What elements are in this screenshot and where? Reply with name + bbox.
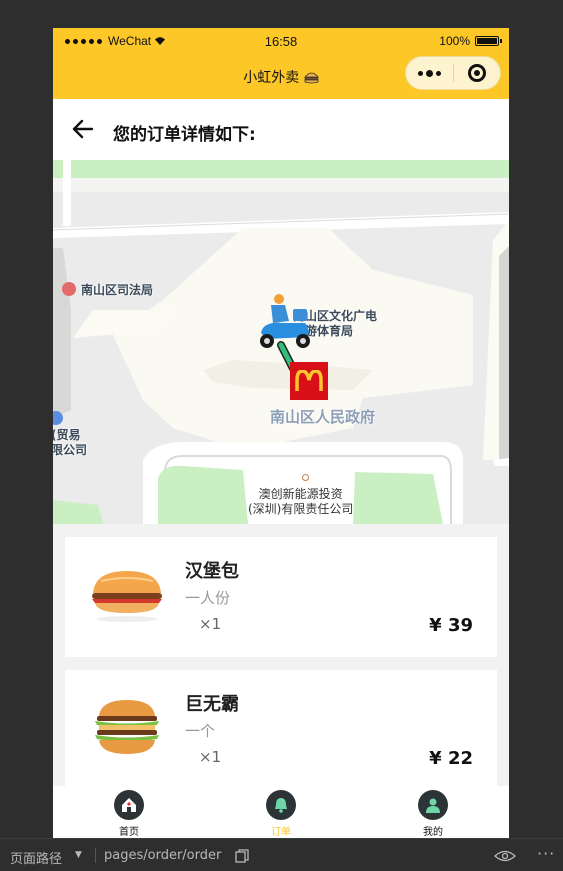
energy-poi-dot xyxy=(302,474,309,481)
nav-bar: 小虹外卖 xyxy=(53,54,509,99)
mcdonalds-logo-icon[interactable] xyxy=(290,362,328,400)
food-name: 汉堡包 xyxy=(185,561,239,582)
delivery-rider-icon[interactable] xyxy=(253,293,315,355)
caret-down-icon[interactable]: ▼ xyxy=(75,850,82,860)
target-icon xyxy=(467,64,486,82)
copy-icon[interactable] xyxy=(235,849,249,863)
food-price: ¥ 22 xyxy=(429,748,473,769)
tab-profile-label: 我的 xyxy=(423,827,443,838)
close-mini-program-button[interactable] xyxy=(454,64,500,82)
page-header: 您的订单详情如下: xyxy=(53,99,509,160)
poi-court-label: 南山区司法局 xyxy=(81,283,154,297)
home-icon xyxy=(114,790,144,820)
phone-screen: WeChat 16:58 100% 小虹外卖 您的订单详情如下: 南山区司法局 … xyxy=(53,28,509,838)
tab-home[interactable]: 首页 xyxy=(53,786,205,838)
poi-energy-label: 澳创新能源投资 (深圳)有限责任公司 xyxy=(248,487,354,516)
mini-program-capsule xyxy=(405,56,501,90)
eye-icon[interactable] xyxy=(494,850,516,862)
page-title: 您的订单详情如下: xyxy=(113,125,256,145)
food-name: 巨无霸 xyxy=(185,694,239,715)
page-path: pages/order/order xyxy=(104,848,222,863)
poi-government-label: 南山区人民政府 xyxy=(270,408,376,426)
battery-percent: 100% xyxy=(439,34,470,48)
order-item: 巨无霸 一个 ×1 ¥ 22 xyxy=(65,670,497,786)
battery-icon xyxy=(475,36,502,46)
poi-trade-label: (贸易 限公司 xyxy=(53,428,88,457)
tab-bar: 首页 订单 我的 xyxy=(53,786,509,838)
food-description: 一个 xyxy=(185,722,216,740)
order-item: 汉堡包 一人份 ×1 ¥ 39 xyxy=(65,537,497,657)
hamburger-image xyxy=(92,571,162,622)
bell-icon xyxy=(266,790,296,820)
tab-orders-label: 订单 xyxy=(271,827,291,838)
status-bar: WeChat 16:58 100% xyxy=(53,28,509,54)
food-description: 一人份 xyxy=(185,589,231,607)
tab-profile[interactable]: 我的 xyxy=(357,786,509,838)
devtools-footer: 页面路径 ▼ pages/order/order ··· xyxy=(0,838,563,871)
food-price: ¥ 39 xyxy=(429,615,473,636)
court-poi-icon xyxy=(62,282,76,296)
big-mac-image xyxy=(95,700,159,754)
delivery-map[interactable]: 南山区司法局 南山区文化广电 游体育局 南山区人民政府 (贸易 限公司 澳创新能… xyxy=(53,160,509,524)
page-route-dropdown[interactable]: 页面路径 xyxy=(10,848,62,867)
burger-emoji-icon xyxy=(303,72,319,84)
tab-orders[interactable]: 订单 xyxy=(205,786,357,838)
food-quantity: ×1 xyxy=(199,615,222,633)
user-icon xyxy=(418,790,448,820)
tab-home-label: 首页 xyxy=(119,827,139,838)
order-list[interactable]: 汉堡包 一人份 ×1 ¥ 39 巨无霸 一个 ×1 ¥ 22 xyxy=(53,524,509,786)
more-menu-button[interactable] xyxy=(406,69,453,77)
back-arrow-icon[interactable] xyxy=(71,117,95,141)
food-quantity: ×1 xyxy=(199,748,222,766)
more-options-icon[interactable]: ··· xyxy=(537,844,555,863)
